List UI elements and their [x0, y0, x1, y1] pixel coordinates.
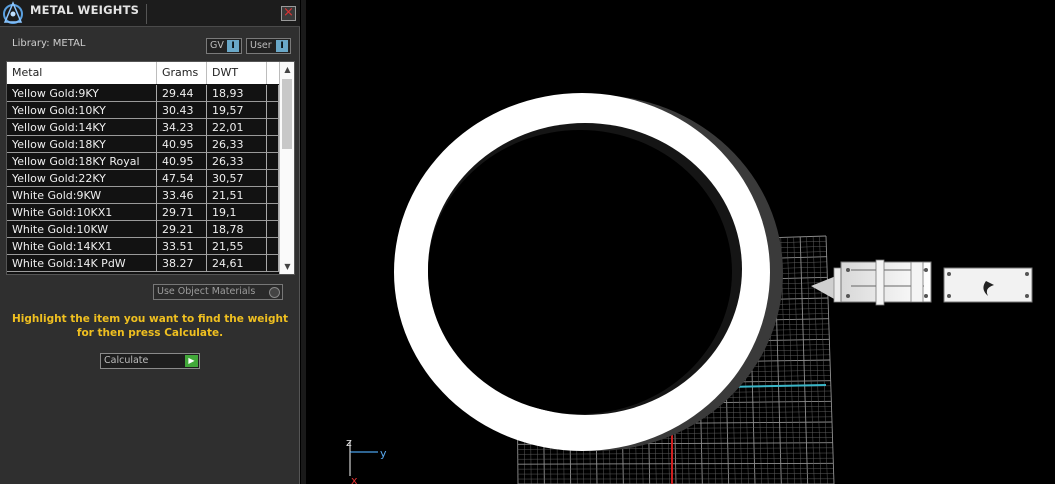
table-row[interactable]: Yellow Gold:14KY 34.23 22,01 — [7, 119, 279, 136]
table-row[interactable]: White Gold:14KX1 33.51 21,55 — [7, 238, 279, 255]
table-row[interactable]: Yellow Gold:22KY 47.54 30,57 — [7, 170, 279, 187]
user-library-button[interactable]: User I — [246, 38, 291, 54]
toggle-indicator-icon: I — [227, 40, 239, 52]
axis-z-label: z — [346, 436, 352, 449]
cell-grams: 33.46 — [157, 187, 207, 204]
radio-icon[interactable] — [269, 287, 280, 298]
cell-grams: 40.95 — [157, 153, 207, 170]
cell-spacer — [267, 102, 279, 119]
cell-dwt: 19,57 — [207, 102, 267, 119]
table-row[interactable]: Yellow Gold:9KY 29.44 18,93 — [7, 85, 279, 102]
cell-spacer — [267, 187, 279, 204]
table-row[interactable]: Yellow Gold:10KY 30.43 19,57 — [7, 102, 279, 119]
table-row[interactable]: White Gold:10KW 29.21 18,78 — [7, 221, 279, 238]
scroll-up-icon[interactable]: ▲ — [283, 65, 292, 74]
instruction-line-1: Highlight the item you want to find the … — [12, 313, 288, 325]
column-header-dwt[interactable]: DWT — [207, 62, 267, 84]
axis-x-label: x — [351, 474, 358, 484]
cell-metal: Yellow Gold:18KY Royal — [7, 153, 157, 170]
close-button[interactable]: × — [281, 6, 296, 21]
cell-metal: Yellow Gold:14KY — [7, 119, 157, 136]
metal-weights-panel: METAL WEIGHTS × Library: METAL GV I User… — [0, 0, 300, 484]
table-row[interactable]: Yellow Gold:18KY Royal 40.95 26,33 — [7, 153, 279, 170]
cell-metal: White Gold:9KW — [7, 187, 157, 204]
cell-spacer — [267, 153, 279, 170]
viewport-canvas[interactable]: z y x — [306, 0, 1055, 484]
column-header-metal[interactable]: Metal — [7, 62, 157, 84]
table-row[interactable]: Yellow Gold:18KY 40.95 26,33 — [7, 136, 279, 153]
cell-metal: White Gold:10KX1 — [7, 204, 157, 221]
cell-dwt: 21,55 — [207, 238, 267, 255]
cell-grams: 40.95 — [157, 136, 207, 153]
metal-table[interactable]: Metal Grams DWT Yellow Gold:9KY 29.44 18,9… — [6, 61, 295, 275]
cell-grams: 34.23 — [157, 119, 207, 136]
user-label: User — [250, 40, 272, 51]
instruction-text: Highlight the item you want to find the … — [10, 312, 290, 340]
ring-model[interactable] — [394, 93, 783, 451]
clasp-plate-model[interactable] — [943, 267, 1033, 303]
use-object-materials-toggle[interactable]: Use Object Materials — [153, 284, 283, 300]
cell-dwt: 26,33 — [207, 153, 267, 170]
gv-label: GV — [210, 40, 224, 51]
column-header-grams[interactable]: Grams — [157, 62, 207, 84]
table-body: Yellow Gold:9KY 29.44 18,93 Yellow Gold:10K… — [7, 85, 279, 272]
toggle-indicator-icon: I — [276, 40, 288, 52]
library-label: Library: METAL — [12, 38, 86, 49]
cell-spacer — [267, 255, 279, 272]
3d-viewport[interactable]: z y x — [301, 0, 1055, 484]
table-header: Metal Grams DWT — [7, 62, 279, 84]
use-object-materials-label: Use Object Materials — [157, 286, 256, 297]
cell-metal: White Gold:14K PdW — [7, 255, 157, 272]
cell-grams: 29.21 — [157, 221, 207, 238]
table-row[interactable]: White Gold:10KX1 29.71 19,1 — [7, 204, 279, 221]
panel-title: METAL WEIGHTS — [30, 3, 140, 17]
cell-metal: Yellow Gold:10KY — [7, 102, 157, 119]
cell-dwt: 18,78 — [207, 221, 267, 238]
cell-spacer — [267, 136, 279, 153]
cell-spacer — [267, 170, 279, 187]
gv-library-button[interactable]: GV I — [206, 38, 242, 54]
panel-titlebar[interactable]: METAL WEIGHTS × — [0, 0, 300, 27]
cell-spacer — [267, 221, 279, 238]
axis-line-y — [725, 384, 827, 388]
cell-dwt: 19,1 — [207, 204, 267, 221]
cell-spacer — [267, 119, 279, 136]
app-logo-icon — [3, 1, 23, 24]
cell-grams: 29.71 — [157, 204, 207, 221]
cell-metal: Yellow Gold:22KY — [7, 170, 157, 187]
cell-dwt: 21,51 — [207, 187, 267, 204]
cell-grams: 33.51 — [157, 238, 207, 255]
cell-metal: Yellow Gold:9KY — [7, 85, 157, 102]
axis-gizmo: z y x — [346, 436, 387, 484]
cell-grams: 38.27 — [157, 255, 207, 272]
cell-metal: White Gold:10KW — [7, 221, 157, 238]
cell-grams: 30.43 — [157, 102, 207, 119]
instruction-line-2: for then press Calculate. — [76, 327, 224, 339]
title-divider — [146, 4, 147, 24]
table-row[interactable]: White Gold:14K PdW 38.27 24,61 — [7, 255, 279, 272]
cell-metal: White Gold:14KX1 — [7, 238, 157, 255]
cell-dwt: 26,33 — [207, 136, 267, 153]
cell-spacer — [267, 85, 279, 102]
clasp-model[interactable] — [811, 259, 932, 306]
scroll-down-icon[interactable]: ▼ — [283, 262, 292, 271]
cell-dwt: 30,57 — [207, 170, 267, 187]
calculate-button[interactable]: Calculate ▶ — [100, 353, 200, 369]
cell-grams: 29.44 — [157, 85, 207, 102]
scroll-thumb[interactable] — [282, 79, 292, 149]
cell-metal: Yellow Gold:18KY — [7, 136, 157, 153]
calculate-label: Calculate — [104, 355, 149, 366]
cell-dwt: 22,01 — [207, 119, 267, 136]
cell-dwt: 24,61 — [207, 255, 267, 272]
play-arrow-icon: ▶ — [185, 355, 198, 367]
table-row[interactable]: White Gold:9KW 33.46 21,51 — [7, 187, 279, 204]
cell-spacer — [267, 204, 279, 221]
cell-dwt: 18,93 — [207, 85, 267, 102]
table-scrollbar[interactable]: ▲ ▼ — [279, 62, 294, 274]
axis-y-label: y — [380, 447, 387, 460]
cell-spacer — [267, 238, 279, 255]
cell-grams: 47.54 — [157, 170, 207, 187]
